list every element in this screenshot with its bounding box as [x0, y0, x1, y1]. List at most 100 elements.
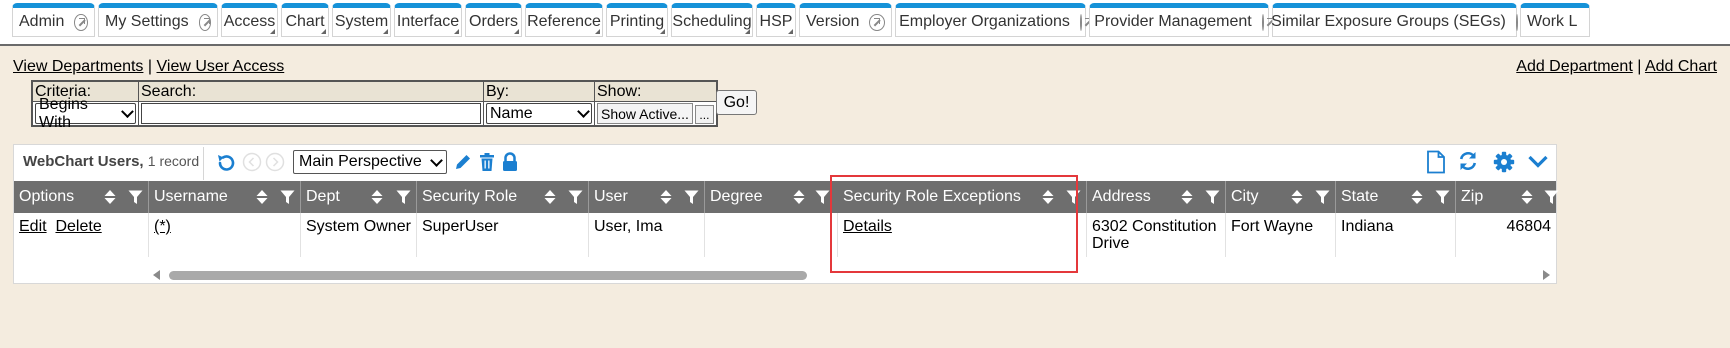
search-filter-table: Criteria: Search: By: Show: Begins With …: [31, 80, 718, 131]
open-external-icon[interactable]: [1079, 13, 1091, 31]
edit-pencil-icon[interactable]: [453, 152, 473, 172]
dropdown-corner-icon: [321, 29, 326, 34]
sort-icon[interactable]: [255, 189, 269, 205]
sort-icon[interactable]: [543, 189, 557, 205]
trash-icon[interactable]: [478, 152, 496, 172]
tab-system[interactable]: System: [332, 3, 391, 37]
column-header-options[interactable]: Options: [14, 181, 149, 213]
sort-icon[interactable]: [1410, 189, 1424, 205]
sort-icon[interactable]: [1290, 189, 1304, 205]
horizontal-scrollbar[interactable]: [14, 265, 1556, 283]
column-header-username[interactable]: Username: [149, 181, 301, 213]
column-header-zip[interactable]: Zip: [1456, 181, 1559, 213]
add-chart-link[interactable]: Add Chart: [1645, 58, 1717, 75]
scroll-right-arrow-icon[interactable]: [1542, 270, 1550, 280]
filter-icon[interactable]: [815, 190, 830, 205]
sort-icon[interactable]: [103, 189, 117, 205]
tab-chart[interactable]: Chart: [281, 3, 329, 37]
tab-access[interactable]: Access: [221, 3, 278, 37]
column-header-user[interactable]: User: [589, 181, 705, 213]
tab-reference[interactable]: Reference: [525, 3, 603, 37]
sort-icon[interactable]: [792, 189, 806, 205]
open-external-icon[interactable]: [1515, 13, 1527, 31]
scroll-left-arrow-icon[interactable]: [153, 270, 161, 280]
filter-icon[interactable]: [280, 190, 295, 205]
cell-degree: [705, 213, 838, 257]
tab-my-settings[interactable]: My Settings: [98, 3, 218, 37]
link-separator: |: [1637, 58, 1642, 75]
show-options-button[interactable]: ...: [694, 105, 714, 124]
filter-icon[interactable]: [1544, 190, 1559, 205]
column-header-city[interactable]: City: [1226, 181, 1336, 213]
filter-icon[interactable]: [684, 190, 699, 205]
tab-version[interactable]: Version: [799, 3, 892, 37]
filter-icon[interactable]: [1435, 190, 1450, 205]
filter-icon[interactable]: [396, 190, 411, 205]
dropdown-corner-icon: [383, 29, 388, 34]
tab-employer-organizations[interactable]: Employer Organizations: [895, 3, 1091, 37]
column-header-dept[interactable]: Dept: [301, 181, 417, 213]
column-header-state[interactable]: State: [1336, 181, 1456, 213]
open-external-icon[interactable]: [74, 13, 88, 31]
tab-segs[interactable]: Similar Exposure Groups (SEGs): [1271, 3, 1527, 37]
tab-label: System: [334, 13, 389, 30]
username-link[interactable]: (*): [154, 218, 171, 235]
refresh-icon[interactable]: [1457, 150, 1479, 172]
filter-icon[interactable]: [128, 190, 143, 205]
criteria-value: Begins With: [39, 95, 88, 131]
filter-icon[interactable]: [568, 190, 583, 205]
view-user-access-link[interactable]: View User Access: [157, 58, 285, 75]
show-label: Show:: [593, 80, 718, 102]
sort-icon[interactable]: [1520, 189, 1534, 205]
tab-label: Access: [223, 13, 276, 30]
show-active-button[interactable]: Show Active...: [597, 103, 693, 124]
open-external-icon[interactable]: [1261, 13, 1273, 31]
perspective-select[interactable]: Main Perspective: [293, 150, 447, 174]
grid-title: WebChart Users, 1 record: [23, 153, 199, 170]
tab-provider-management[interactable]: Provider Management: [1089, 3, 1273, 37]
by-select[interactable]: Name: [486, 103, 592, 124]
sort-icon[interactable]: [659, 189, 673, 205]
column-header-address[interactable]: Address: [1087, 181, 1226, 213]
open-external-icon[interactable]: [198, 13, 211, 31]
filter-icon[interactable]: [1205, 190, 1220, 205]
new-document-icon[interactable]: [1426, 150, 1446, 174]
view-departments-link[interactable]: View Departments: [13, 58, 143, 75]
tab-work-l[interactable]: Work L: [1520, 3, 1590, 37]
tab-scheduling[interactable]: Scheduling: [671, 3, 753, 37]
by-value: Name: [490, 104, 533, 122]
tab-label: Work L: [1527, 13, 1578, 30]
tab-orders[interactable]: Orders: [465, 3, 522, 37]
lock-icon[interactable]: [501, 152, 519, 172]
tab-label: My Settings: [105, 13, 189, 30]
tab-interface[interactable]: Interface: [394, 3, 462, 37]
chevron-down-icon[interactable]: [1527, 153, 1549, 171]
undo-icon[interactable]: [215, 152, 237, 174]
go-button[interactable]: Go!: [716, 90, 757, 115]
filter-icon[interactable]: [1315, 190, 1330, 205]
grid-toolbar: WebChart Users, 1 record Main Perspectiv…: [14, 145, 1556, 181]
grid-header: Options Username Dept Security Role User…: [14, 181, 1559, 213]
tab-admin[interactable]: Admin: [12, 3, 95, 37]
delete-link[interactable]: Delete: [55, 218, 101, 235]
tab-label: Scheduling: [672, 13, 752, 30]
column-header-degree[interactable]: Degree: [705, 181, 831, 213]
edit-link[interactable]: Edit: [19, 218, 47, 235]
column-header-security-role[interactable]: Security Role: [417, 181, 589, 213]
tab-hsp[interactable]: HSP: [756, 3, 796, 37]
back-icon[interactable]: [242, 152, 262, 172]
tab-printing[interactable]: Printing: [606, 3, 668, 37]
cell-zip: 46804: [1506, 218, 1552, 235]
tab-label: Reference: [527, 13, 601, 30]
sort-icon[interactable]: [1180, 189, 1194, 205]
criteria-select[interactable]: Begins With: [35, 96, 136, 131]
scrollbar-thumb[interactable]: [169, 271, 807, 280]
forward-icon[interactable]: [265, 152, 285, 172]
top-navigation: Admin My Settings Access Chart System In…: [0, 0, 1730, 46]
sort-icon[interactable]: [370, 189, 384, 205]
column-header-label: Dept: [306, 188, 340, 205]
open-external-icon[interactable]: [869, 13, 885, 31]
add-department-link[interactable]: Add Department: [1516, 58, 1633, 75]
search-input[interactable]: [141, 103, 481, 124]
gear-icon[interactable]: [1493, 151, 1515, 173]
